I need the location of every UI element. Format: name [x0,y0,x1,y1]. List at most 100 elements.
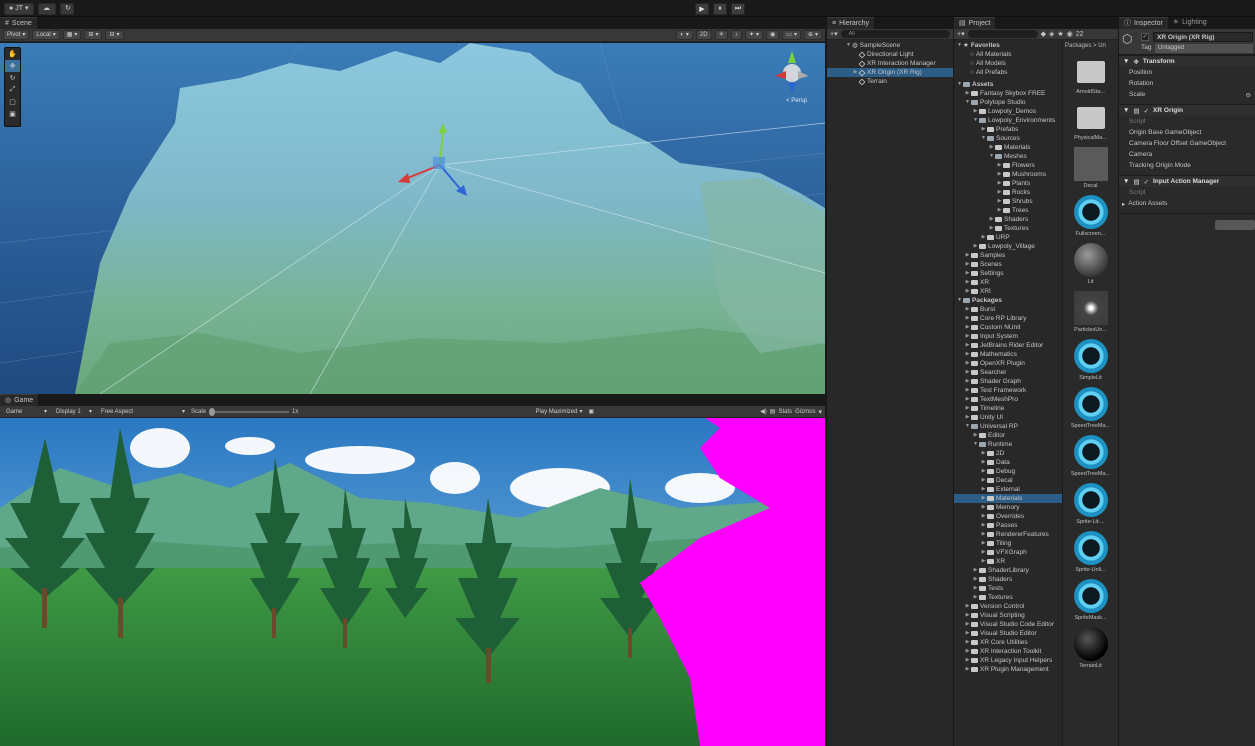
project-folder-item[interactable]: ▶ ShaderLibrary [954,566,1062,575]
collapse-arrow-icon[interactable]: ▶ [964,260,971,269]
project-folder-item[interactable]: ▶ Editor [954,431,1062,440]
project-folder-item[interactable]: ▼ Assets [954,80,1062,89]
component-checkbox[interactable]: ✓ [1144,107,1149,115]
mute-audio-icon[interactable]: ◀) [760,408,767,415]
collapse-arrow-icon[interactable]: ▶ [980,512,987,521]
project-folder-item[interactable]: ▶ URP [954,233,1062,242]
collapse-arrow-icon[interactable]: ▶ [964,305,971,314]
collapse-arrow-icon[interactable]: ▶ [964,89,971,98]
expand-arrow-icon[interactable]: ▼ [956,296,963,305]
project-folder-item[interactable]: ▶ Tiling [954,539,1062,548]
collapse-arrow-icon[interactable]: ▶ [964,251,971,260]
project-folder-item[interactable]: ▶ Materials [954,494,1062,503]
collapse-arrow-icon[interactable]: ▶ [988,143,995,152]
input-action-header[interactable]: ▼ ▤ ✓ Input Action Manager [1119,175,1255,187]
project-folder-item[interactable]: ▶ Memory [954,503,1062,512]
collapse-arrow-icon[interactable]: ▶ [980,458,987,467]
collapse-arrow-icon[interactable]: ▶ [964,377,971,386]
expand-arrow-icon[interactable]: ▼ [972,440,979,449]
collapse-arrow-icon[interactable]: ▶ [996,179,1003,188]
collapse-arrow-icon[interactable]: ▶ [972,575,979,584]
project-folder-item[interactable]: ▶ Prefabs [954,125,1062,134]
tab-lighting[interactable]: ☀ Lighting [1167,17,1212,29]
project-folder-item[interactable]: ▶ Burst [954,305,1062,314]
move-tool-icon[interactable]: ✥ [5,60,20,72]
asset-item[interactable]: PhysicalMa... [1071,101,1111,141]
collab-button[interactable]: ↻ [60,3,74,15]
tab-inspector[interactable]: ⓘ Inspector [1119,17,1168,29]
collapse-arrow-icon[interactable]: ▶ [972,593,979,602]
rotate-tool-icon[interactable]: ↻ [5,72,20,84]
local-dropdown[interactable]: Local ▾ [32,30,60,40]
project-folder-item[interactable]: ▶ Custom NUnit [954,323,1062,332]
asset-item[interactable]: SpriteMask... [1071,579,1111,621]
stats-toggle[interactable]: Stats [778,409,792,415]
collapse-arrow-icon[interactable]: ▶ [964,620,971,629]
collapse-arrow-icon[interactable]: ▶ [964,350,971,359]
project-folder-item[interactable]: ▶ Textures [954,593,1062,602]
asset-item[interactable]: SimpleLit [1071,339,1111,381]
project-folder-item[interactable]: ▶ Tests [954,584,1062,593]
hierarchy-item-scene[interactable]: ▼ ◍ SampleScene [827,41,953,50]
link-icon[interactable]: ⊖ [1246,91,1251,99]
collapse-arrow-icon[interactable]: ▶ [980,503,987,512]
collapse-arrow-icon[interactable]: ▶ [980,476,987,485]
project-folder-item[interactable]: ▶ Samples [954,251,1062,260]
add-component-button[interactable] [1215,220,1255,230]
asset-item[interactable]: Decal [1071,147,1111,189]
project-folder-item[interactable]: ▶ XR [954,557,1062,566]
collapse-arrow-icon[interactable]: ▶ [980,557,987,566]
shortcuts-icon[interactable]: ▤ [770,408,776,415]
project-folder-item[interactable]: ▶ 2D [954,449,1062,458]
collapse-arrow-icon[interactable]: ▶ [964,656,971,665]
project-folder-item[interactable]: ▶ Decal [954,476,1062,485]
input-action-field[interactable]: ▸ Action Assets [1119,198,1255,209]
collapse-arrow-icon[interactable]: ▶ [980,233,987,242]
collapse-arrow-icon[interactable]: ▶ [964,629,971,638]
project-folder-item[interactable]: ▶ XR Plugin Management [954,665,1062,674]
increment-snap-button[interactable]: ⊞ ▾ [84,30,103,40]
expand-arrow-icon[interactable]: ▼ [964,98,971,107]
asset-item[interactable]: Lit [1071,243,1111,285]
collapse-arrow-icon[interactable]: ▶ [980,548,987,557]
collapse-arrow-icon[interactable]: ▶ [964,413,971,422]
project-folder-item[interactable]: ▼ Lowpoly_Environments [954,116,1062,125]
transform-field[interactable]: Scale ⊖ [1119,89,1255,100]
project-folder-item[interactable]: ▶ Input System [954,332,1062,341]
expand-arrow-icon[interactable]: ▼ [980,134,987,143]
lighting-toggle[interactable]: ☀ [714,30,728,40]
expand-arrow-icon[interactable]: ▼ [988,152,995,161]
hierarchy-item-xrim[interactable]: XR Interaction Manager [827,59,953,68]
expand-arrow-icon[interactable]: ▼ [964,422,971,431]
collapse-arrow-icon[interactable]: ▶ [980,494,987,503]
collapse-arrow-icon[interactable]: ▶ [972,566,979,575]
projection-label[interactable]: < Persp [786,98,807,104]
collapse-arrow-icon[interactable]: ▶ [996,197,1003,206]
hierarchy-search-input[interactable]: All [840,30,950,38]
project-folder-item[interactable]: ▶ XRI [954,287,1062,296]
collapse-arrow-icon[interactable]: ▶ [980,539,987,548]
collapse-arrow-icon[interactable]: ▶ [972,107,979,116]
project-folder-item[interactable]: ▶ VFXGraph [954,548,1062,557]
tab-project[interactable]: ▤ Project [954,17,996,29]
project-folder-item[interactable]: ▶ TextMeshPro [954,395,1062,404]
transform-tool-icon[interactable]: ▣ [5,108,20,120]
project-folder-item[interactable]: ▶ Test Framework [954,386,1062,395]
project-folder-item[interactable]: ▶ Lowpoly_Village [954,242,1062,251]
project-folder-item[interactable]: ▶ Searcher [954,368,1062,377]
project-folder-item[interactable]: ▶ Materials [954,143,1062,152]
collapse-arrow-icon[interactable]: ▶ [964,602,971,611]
project-folder-item[interactable]: ▶ Passes [954,521,1062,530]
gizmos-button[interactable]: ⊕ ▾ [803,30,822,40]
asset-item[interactable]: ParticlesUn... [1071,291,1111,333]
asset-item[interactable]: Sprite-Lit-... [1071,483,1111,525]
collapse-arrow-icon[interactable]: ▶ [964,404,971,413]
tag-dropdown[interactable]: Untagged [1155,44,1253,53]
favorites-header[interactable]: ▼ ★ Favorites [954,41,1062,50]
xr-origin-field[interactable]: Origin Base GameObject [1119,127,1255,138]
project-folder-item[interactable]: ▶ Shrubs [954,197,1062,206]
active-checkbox[interactable]: ✓ [1141,33,1149,41]
collapse-arrow-icon[interactable]: ▶ [996,206,1003,215]
asset-item[interactable]: Sprite-Unli... [1071,531,1111,573]
display-dropdown[interactable]: Display 1 ▾ [53,407,95,417]
